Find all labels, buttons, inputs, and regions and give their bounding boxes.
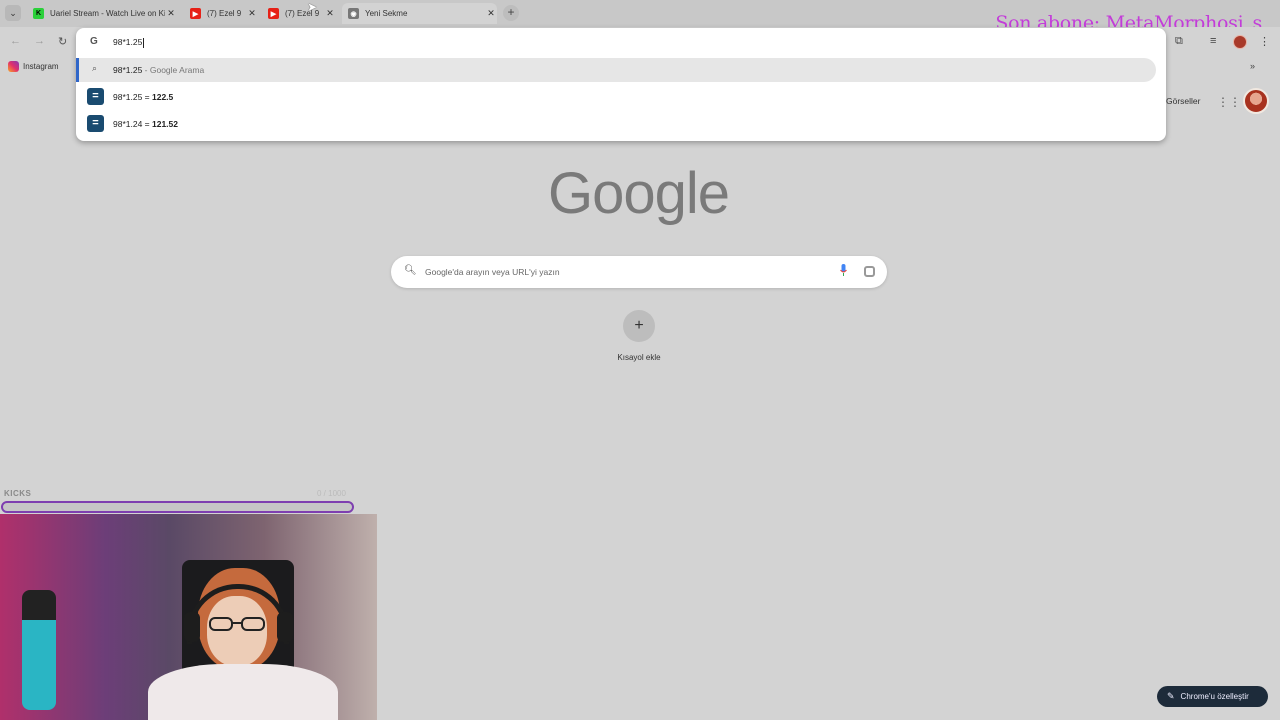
new-tab-button[interactable]: +: [503, 5, 519, 21]
close-icon[interactable]: ✕: [246, 8, 258, 19]
microphone-stand: [22, 590, 56, 710]
webcam-feed: [0, 514, 377, 720]
kicks-goal-label: KICKS: [4, 489, 32, 498]
omnibox-dropdown: G 98*1.25 ⌕ 98*1.25 - Google Arama = 98*…: [76, 28, 1166, 141]
youtube-icon: ▶: [190, 8, 201, 19]
plus-icon: +: [507, 5, 515, 19]
customize-chrome-button[interactable]: ✎ Chrome'u özelleştir: [1157, 686, 1268, 707]
bookmark-instagram[interactable]: Instagram: [8, 61, 59, 72]
forward-arrow-icon[interactable]: →: [34, 35, 45, 47]
google-logo: Google: [548, 161, 730, 226]
calculator-suggestion[interactable]: = 98*1.24 = 121.52: [76, 113, 1166, 137]
profile-avatar[interactable]: [1233, 35, 1247, 49]
suggestion-text: 98*1.25 - Google Arama: [113, 65, 204, 75]
tab-youtube-2[interactable]: ▶ (7) Ezel 9 ✕: [262, 3, 336, 24]
pencil-icon: ✎: [1167, 691, 1175, 701]
headset-earcup: [184, 612, 200, 642]
text-caret: [143, 37, 145, 48]
close-icon[interactable]: ✕: [485, 8, 497, 19]
images-link[interactable]: Görseller: [1166, 96, 1200, 106]
calc-result: 121.52: [152, 119, 178, 129]
reading-list-icon[interactable]: ≡: [1210, 35, 1216, 47]
calc-result: 122.5: [152, 92, 174, 102]
plus-icon: +: [634, 317, 644, 334]
tab-label: (7) Ezel 9: [207, 9, 242, 18]
kicks-goal-count: 0 / 1000: [317, 489, 346, 498]
kick-icon: K: [33, 8, 44, 19]
kicks-goal-bar: [1, 501, 354, 513]
tab-new-tab[interactable]: ◉ Yeni Sekme ✕: [342, 3, 497, 24]
chrome-icon: ◉: [348, 8, 359, 19]
screen: ⌄ K Uariel Stream - Watch Live on Kick ✕…: [0, 0, 1280, 720]
tab-kick[interactable]: K Uariel Stream - Watch Live on Kick ✕: [27, 3, 177, 24]
microphone-icon[interactable]: [840, 264, 847, 276]
calc-expression: 98*1.24 =: [113, 119, 152, 129]
calculator-icon: =: [87, 88, 104, 105]
tab-strip: ⌄ K Uariel Stream - Watch Live on Kick ✕…: [0, 0, 1280, 34]
search-suggestion[interactable]: ⌕ 98*1.25 - Google Arama: [76, 58, 1156, 82]
calc-text: 98*1.25 = 122.5: [113, 92, 173, 102]
search-placeholder: Google'da arayın veya URL'yi yazın: [425, 267, 560, 277]
mouse-cursor-icon: ➤: [307, 0, 318, 14]
close-icon[interactable]: ✕: [324, 8, 336, 19]
tab-label: Uariel Stream - Watch Live on Kick: [50, 9, 165, 18]
search-icon: 🔍︎: [404, 265, 417, 276]
address-input-value: 98*1.25: [113, 37, 143, 47]
tab-label: Yeni Sekme: [365, 9, 408, 18]
calculator-suggestion[interactable]: = 98*1.25 = 122.5: [76, 86, 1166, 110]
search-box[interactable]: 🔍︎ Google'da arayın veya URL'yi yazın: [391, 256, 887, 288]
bookmark-label: Instagram: [23, 62, 59, 71]
add-shortcut-button[interactable]: +: [623, 310, 655, 342]
back-arrow-icon[interactable]: ←: [10, 35, 21, 47]
customize-label: Chrome'u özelleştir: [1180, 692, 1249, 701]
tab-youtube-1[interactable]: ▶ (7) Ezel 9 ✕: [184, 3, 258, 24]
tab-label: (7) Ezel 9: [285, 9, 320, 18]
extensions-icon[interactable]: ⧉: [1175, 35, 1183, 48]
address-input[interactable]: 98*1.25: [113, 37, 145, 48]
reload-icon[interactable]: ↻: [58, 35, 67, 48]
search-icon: ⌕: [92, 63, 98, 73]
youtube-icon: ▶: [268, 8, 279, 19]
google-g-icon: G: [90, 36, 98, 47]
suggestion-query: 98*1.25: [113, 65, 143, 75]
account-avatar[interactable]: [1243, 88, 1269, 114]
chevron-right-icon[interactable]: »: [1250, 61, 1255, 71]
instagram-icon: [8, 61, 19, 72]
calc-text: 98*1.24 = 121.52: [113, 119, 178, 129]
google-lens-icon[interactable]: [864, 266, 875, 277]
calc-expression: 98*1.25 =: [113, 92, 152, 102]
tab-search-button[interactable]: ⌄: [5, 5, 21, 21]
streamer-shirt: [148, 664, 338, 720]
close-icon[interactable]: ✕: [165, 8, 177, 19]
chevron-down-icon: ⌄: [9, 7, 17, 18]
kebab-menu-icon[interactable]: ⋮: [1259, 35, 1270, 48]
add-shortcut-label: Kısayol ekle: [617, 353, 661, 362]
headset-earcup: [277, 612, 293, 642]
calculator-icon: =: [87, 115, 104, 132]
suggestion-suffix: - Google Arama: [142, 65, 205, 75]
